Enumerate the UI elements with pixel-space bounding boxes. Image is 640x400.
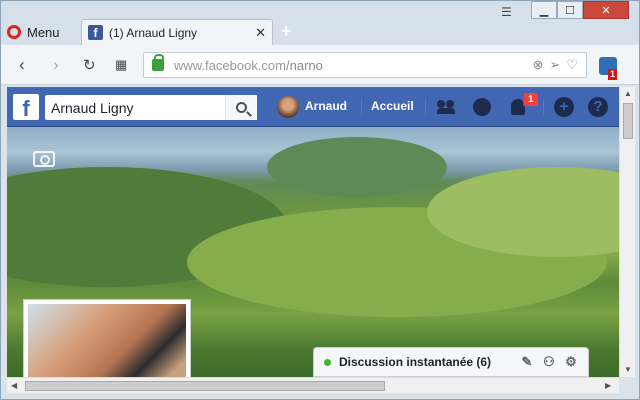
lock-icon [152, 54, 164, 71]
tab-strip: Menu f (1) Arnaud Ligny ✕ + ☰ ▁ ☐ ✕ [1, 1, 639, 45]
facebook-bluebar: f Arnaud Accueil 1 + ? [7, 87, 619, 127]
extension-badge: 1 [608, 69, 618, 80]
reload-icon[interactable]: ↻ [83, 56, 96, 74]
search-input[interactable] [45, 99, 225, 116]
divider [425, 99, 426, 115]
gear-icon[interactable]: ⚙ [564, 355, 578, 369]
opera-icon [7, 25, 21, 39]
chat-label: Discussion instantanée (6) [339, 355, 492, 369]
back-icon[interactable]: ‹ [19, 55, 25, 75]
online-dot-icon [324, 358, 331, 366]
tab-facebook[interactable]: f (1) Arnaud Ligny ✕ [81, 19, 273, 45]
tab-menu-icon[interactable]: ☰ [501, 5, 512, 19]
block-icon[interactable]: ⊗ [533, 57, 544, 73]
search-button[interactable] [225, 95, 257, 120]
address-bar[interactable]: www.facebook.com /narno ⊗ ➢ ♡ [143, 52, 587, 78]
create-icon[interactable]: + [553, 96, 575, 118]
search-icon [236, 102, 247, 113]
tab-title: (1) Arnaud Ligny [109, 25, 198, 40]
scroll-thumb[interactable] [25, 381, 385, 391]
search-box [45, 95, 257, 120]
scroll-left-icon[interactable]: ◀ [11, 381, 17, 390]
profile-picture[interactable] [23, 299, 191, 377]
chat-sidebar-bar[interactable]: Discussion instantanée (6) ✎ ⚇ ⚙ [313, 347, 589, 377]
divider [361, 99, 362, 115]
menu-label: Menu [27, 24, 60, 40]
url-path: /narno [286, 57, 323, 73]
scroll-right-icon[interactable]: ▶ [605, 381, 611, 390]
divider [543, 99, 544, 115]
notification-badge: 1 [523, 92, 539, 107]
scroll-down-icon[interactable]: ▼ [624, 365, 632, 374]
speed-dial-icon[interactable]: ▦ [115, 57, 127, 73]
new-tab-button[interactable]: + [281, 21, 292, 42]
messenger-icon[interactable] [471, 96, 493, 118]
profile-link[interactable]: Arnaud [305, 99, 347, 113]
home-link[interactable]: Accueil [371, 99, 414, 113]
heart-icon[interactable]: ♡ [566, 57, 578, 73]
horizontal-scrollbar[interactable]: ◀ ▶ [7, 377, 619, 393]
maximize-button[interactable]: ☐ [557, 1, 583, 19]
scroll-thumb[interactable] [623, 103, 633, 139]
scroll-up-icon[interactable]: ▲ [624, 89, 632, 98]
hill [267, 137, 447, 197]
friends-icon[interactable] [435, 96, 457, 118]
cover-photo[interactable] [7, 127, 619, 377]
close-tab-icon[interactable]: ✕ [255, 25, 266, 41]
facebook-logo-icon[interactable]: f [13, 94, 39, 121]
vertical-scrollbar[interactable]: ▲ ▼ [619, 87, 635, 377]
send-icon[interactable]: ➢ [549, 57, 560, 73]
avatar[interactable] [277, 96, 299, 118]
window-close-button[interactable]: ✕ [583, 1, 629, 19]
forward-icon[interactable]: › [53, 55, 59, 75]
camera-icon[interactable] [33, 151, 55, 167]
minimize-button[interactable]: ▁ [531, 1, 557, 19]
profile-photo [28, 304, 186, 377]
opera-menu-button[interactable]: Menu [7, 21, 60, 43]
browser-window: Menu f (1) Arnaud Ligny ✕ + ☰ ▁ ☐ ✕ ‹ › … [0, 0, 640, 400]
compose-icon[interactable]: ✎ [520, 355, 534, 369]
help-icon[interactable]: ? [587, 96, 609, 118]
group-icon[interactable]: ⚇ [542, 355, 556, 369]
address-toolbar: ‹ › ↻ ▦ www.facebook.com /narno ⊗ ➢ ♡ 1 [1, 45, 639, 85]
url-host: www.facebook.com [174, 57, 286, 73]
facebook-favicon: f [88, 25, 103, 40]
